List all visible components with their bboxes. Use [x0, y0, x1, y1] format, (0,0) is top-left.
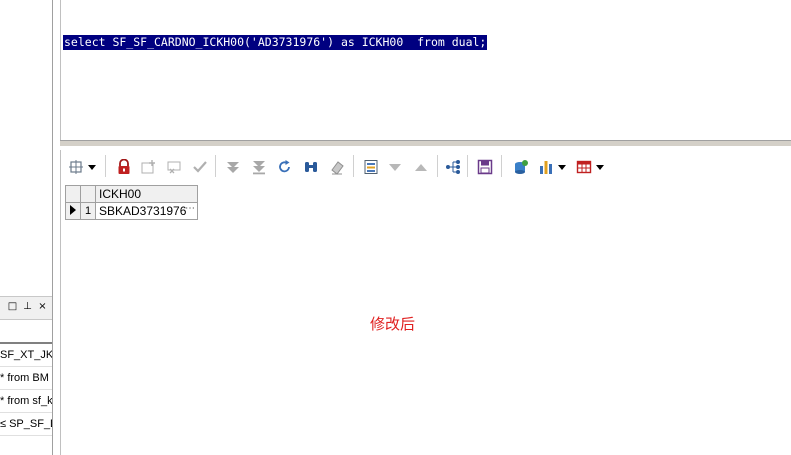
grid-cell[interactable]: SBKAD3731976 ⋯	[95, 202, 198, 220]
left-panel: □ ⊥ × SF_XT_JKR * from BM * from sf_k ≤ …	[0, 0, 53, 455]
table-view-icon[interactable]	[575, 158, 593, 176]
toolbar-separator	[215, 155, 216, 177]
list-item[interactable]: SF_XT_JKR	[0, 344, 52, 367]
grid-corner	[65, 185, 81, 203]
save-icon[interactable]	[476, 158, 494, 176]
sql-editor[interactable]: select SF_SF_CARDNO_ICKH00('AD3731976') …	[60, 0, 791, 140]
table-dropdown-icon[interactable]	[595, 158, 605, 176]
panel-header: □ ⊥ ×	[0, 296, 52, 320]
grid-settings-icon[interactable]	[67, 158, 85, 176]
splitter[interactable]	[60, 140, 791, 147]
lock-icon[interactable]	[115, 158, 133, 176]
fetch-last-icon[interactable]	[250, 158, 268, 176]
result-toolbar	[60, 150, 791, 182]
restore-icon[interactable]: □	[7, 301, 18, 313]
row-number: 1	[80, 202, 96, 220]
list-item[interactable]: * from sf_k	[0, 390, 52, 413]
query-by-example-icon[interactable]	[444, 158, 462, 176]
chart-icon[interactable]	[537, 158, 555, 176]
toolbar-separator	[467, 155, 468, 177]
toolbar-separator	[501, 155, 502, 177]
post-changes-icon[interactable]	[191, 158, 209, 176]
table-row[interactable]: 1 SBKAD3731976 ⋯	[65, 202, 198, 220]
cell-value: SBKAD3731976	[99, 204, 187, 218]
export-icon[interactable]	[512, 158, 530, 176]
list-item[interactable]: * from BM	[0, 367, 52, 390]
toolbar-separator	[105, 155, 106, 177]
add-record-icon[interactable]	[139, 158, 157, 176]
toolbar-separator	[437, 155, 438, 177]
dropdown-arrow-icon[interactable]	[87, 158, 97, 176]
sort-asc-icon[interactable]	[412, 158, 430, 176]
refresh-icon[interactable]	[276, 158, 294, 176]
delete-record-icon[interactable]	[165, 158, 183, 176]
fetch-next-icon[interactable]	[224, 158, 242, 176]
form-view-icon[interactable]	[362, 158, 380, 176]
find-icon[interactable]	[302, 158, 320, 176]
row-indicator-icon	[65, 202, 81, 220]
window-list: SF_XT_JKR * from BM * from sf_k ≤ SP_SF_…	[0, 344, 52, 436]
column-header-ICKH00[interactable]: ICKH00	[95, 185, 198, 203]
chart-dropdown-icon[interactable]	[557, 158, 567, 176]
result-grid-area: ICKH00 1 SBKAD3731976 ⋯ 修改后	[60, 182, 791, 455]
object-browser-area	[0, 0, 52, 292]
clear-icon[interactable]	[328, 158, 346, 176]
toolbar-separator	[353, 155, 354, 177]
grid-corner	[80, 185, 96, 203]
cell-editor-button[interactable]: ⋯	[185, 203, 195, 214]
close-icon[interactable]: ×	[37, 301, 48, 313]
sql-statement[interactable]: select SF_SF_CARDNO_ICKH00('AD3731976') …	[63, 35, 488, 50]
list-item[interactable]: ≤ SP_SF_D	[0, 413, 52, 436]
pin-icon[interactable]: ⊥	[22, 301, 33, 313]
annotation-text: 修改后	[370, 315, 416, 333]
result-grid: ICKH00 1 SBKAD3731976 ⋯	[65, 185, 198, 220]
sort-desc-icon[interactable]	[386, 158, 404, 176]
